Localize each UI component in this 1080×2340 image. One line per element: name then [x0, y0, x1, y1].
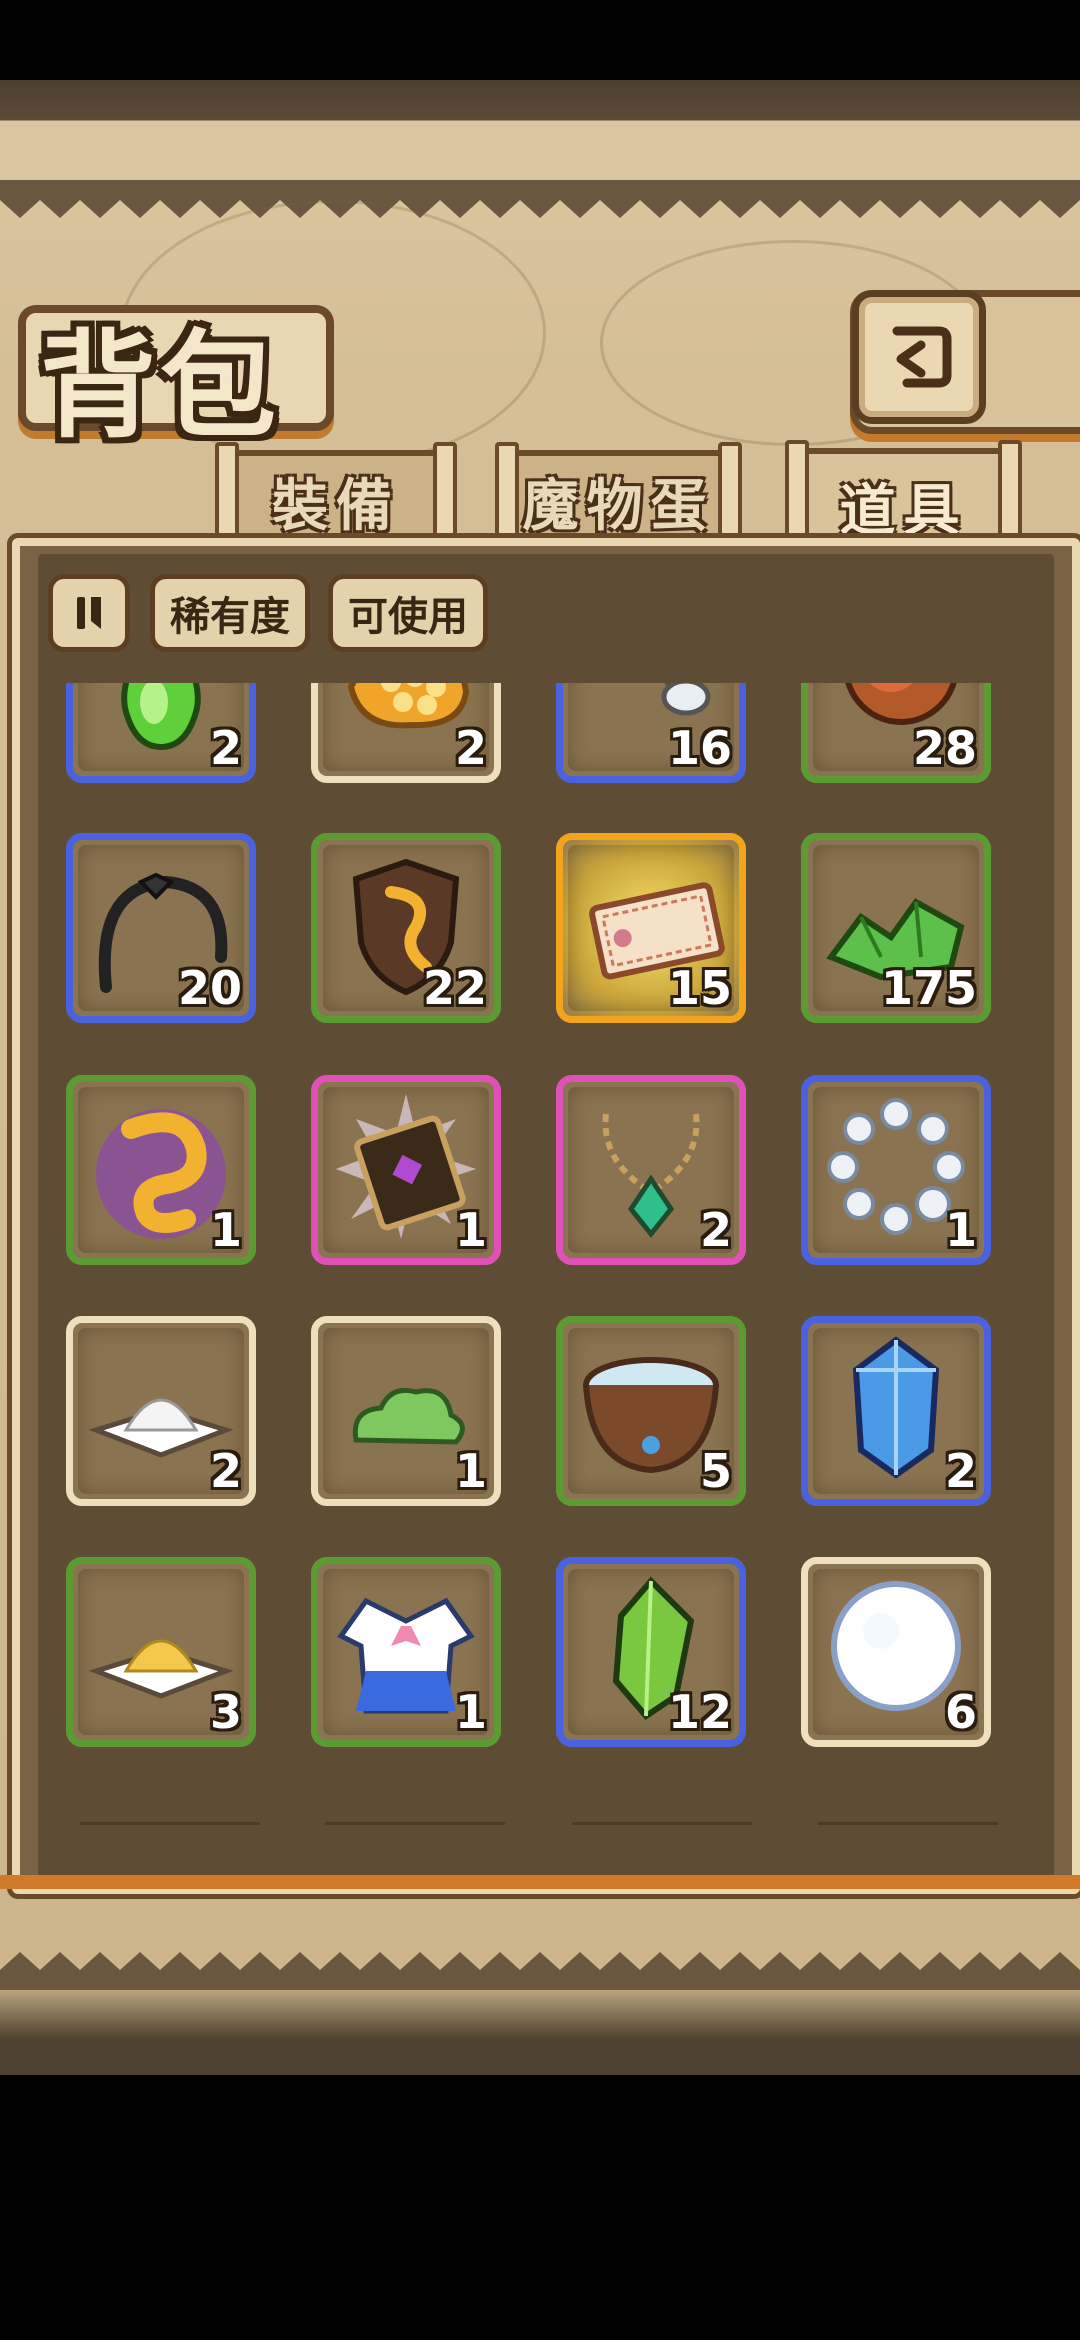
- item-quantity: 16: [667, 721, 732, 775]
- inventory-slot[interactable]: 2: [801, 1316, 991, 1506]
- inventory-slot[interactable]: 6: [801, 1557, 991, 1747]
- item-quantity: 28: [912, 721, 977, 775]
- inventory-slot[interactable]: 28: [801, 683, 991, 783]
- tab-label: 魔物蛋: [522, 472, 715, 539]
- sort-order-toggle-button[interactable]: [48, 574, 130, 652]
- item-quantity: 1: [454, 1685, 487, 1739]
- inventory-slot[interactable]: 22: [311, 833, 501, 1023]
- item-quantity: 1: [944, 1203, 977, 1257]
- torn-edge-bottom: [0, 1952, 1080, 1990]
- filter-usable-button[interactable]: 可使用: [328, 574, 488, 652]
- tab-equipment[interactable]: 裝備: [215, 442, 457, 560]
- row-divider: [325, 1822, 505, 1825]
- item-quantity: 3: [209, 1685, 242, 1739]
- inventory-slot[interactable]: 1: [311, 1316, 501, 1506]
- back-button[interactable]: [852, 290, 986, 424]
- item-quantity: 2: [209, 1444, 242, 1498]
- item-quantity: 1: [454, 1444, 487, 1498]
- item-quantity: 1: [454, 1203, 487, 1257]
- item-quantity: 15: [667, 961, 732, 1015]
- item-quantity: 1: [209, 1203, 242, 1257]
- tab-monster-eggs[interactable]: 魔物蛋: [495, 442, 742, 560]
- inventory-slot[interactable]: 2: [556, 1075, 746, 1265]
- row-divider: [818, 1822, 998, 1825]
- item-quantity: 2: [699, 1203, 732, 1257]
- tab-label: 裝備: [272, 472, 400, 539]
- row-divider: [572, 1822, 752, 1825]
- pause-sort-icon: [77, 597, 101, 629]
- torn-edge-top: [0, 180, 1080, 218]
- bottom-black-area: [0, 2075, 1080, 2340]
- item-grid[interactable]: 2 2 16 28 20 22 15 175 1 1 2 1 2 1 5 2 3 1 12 6: [66, 683, 1016, 1803]
- item-quantity: 6: [944, 1685, 977, 1739]
- filter-rarity-button[interactable]: 稀有度: [150, 574, 310, 652]
- item-quantity: 20: [177, 961, 242, 1015]
- status-bar-area: [0, 0, 1080, 80]
- game-screen: 背包 裝備 魔物蛋 道具 稀有度 可使用 2 2 16 28 20 22 15 175 1: [0, 0, 1080, 2340]
- item-quantity: 2: [454, 721, 487, 775]
- row-divider: [80, 1822, 260, 1825]
- item-quantity: 22: [422, 961, 487, 1015]
- inventory-slot[interactable]: 1: [311, 1075, 501, 1265]
- inventory-slot[interactable]: 2: [66, 683, 256, 783]
- item-quantity: 5: [699, 1444, 732, 1498]
- item-quantity: 12: [667, 1685, 732, 1739]
- return-arrow-icon: [892, 326, 952, 388]
- inventory-slot[interactable]: 175: [801, 833, 991, 1023]
- inventory-slot[interactable]: 2: [66, 1316, 256, 1506]
- inventory-slot[interactable]: 1: [66, 1075, 256, 1265]
- inventory-slot[interactable]: 15: [556, 833, 746, 1023]
- tab-label: 道具: [839, 478, 968, 544]
- inventory-slot[interactable]: 20: [66, 833, 256, 1023]
- item-quantity: 2: [209, 721, 242, 775]
- inventory-slot[interactable]: 1: [311, 1557, 501, 1747]
- inventory-slot[interactable]: 16: [556, 683, 746, 783]
- inventory-slot[interactable]: 2: [311, 683, 501, 783]
- inventory-slot[interactable]: 12: [556, 1557, 746, 1747]
- inventory-slot[interactable]: 3: [66, 1557, 256, 1747]
- panel-bottom-trim: [0, 1875, 1080, 1889]
- item-quantity: 175: [880, 961, 977, 1015]
- item-quantity: 2: [944, 1444, 977, 1498]
- page-title: 背包: [40, 318, 280, 454]
- inventory-slot[interactable]: 1: [801, 1075, 991, 1265]
- inventory-slot[interactable]: 5: [556, 1316, 746, 1506]
